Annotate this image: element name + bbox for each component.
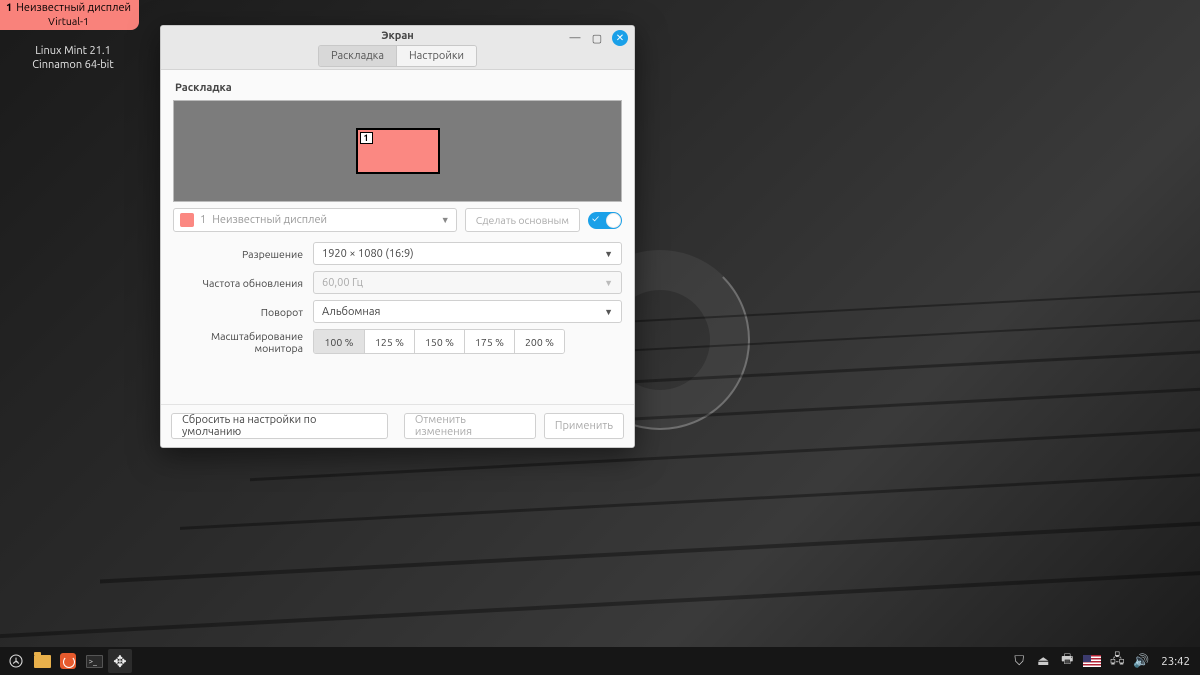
maximize-button[interactable]: ▢ [590,31,604,45]
resolution-select[interactable]: 1920 × 1080 (16:9) ▼ [313,242,622,265]
taskbar-timeshift[interactable] [56,649,80,673]
scale-button-group: 100 % 125 % 150 % 175 % 200 % [313,329,565,354]
monitor-layout-preview[interactable]: 1 [173,100,622,202]
keyboard-layout-flag-icon[interactable] [1083,655,1101,667]
chevron-down-icon: ▼ [604,278,613,288]
tray-updates-icon[interactable]: ⛉ [1011,653,1027,669]
scale-200[interactable]: 200 % [514,330,564,353]
taskbar-display-settings[interactable]: ✥ [108,649,132,673]
tray-volume-icon[interactable]: 🔊 [1133,653,1149,669]
folder-icon [34,655,51,668]
tab-switcher: Раскладка Настройки [318,45,477,67]
refresh-select[interactable]: 60,00 Гц ▼ [313,271,622,294]
rotation-label: Поворот [173,306,313,318]
display-selector[interactable]: 1 Неизвестный дисплей ▼ [173,208,457,232]
tray-printer-icon[interactable]: 🖶 [1059,653,1075,669]
tab-layout[interactable]: Раскладка [319,46,396,66]
display-selector-number: 1 [200,214,206,226]
window-footer: Сбросить на настройки по умолчанию Отмен… [161,404,634,447]
resolution-label: Разрешение [173,248,313,260]
tray-network-icon[interactable]: 🖧 [1109,653,1125,669]
display-arrange-icon: ✥ [113,652,126,671]
apply-button[interactable]: Применить [544,413,624,439]
check-icon: ✓ [592,213,599,224]
reset-defaults-button[interactable]: Сбросить на настройки по умолчанию [171,413,388,439]
section-heading-layout: Раскладка [175,82,622,94]
rotation-select[interactable]: Альбомная ▼ [313,300,622,323]
scale-175[interactable]: 175 % [464,330,514,353]
tray-removable-icon[interactable]: ⏏ [1035,653,1051,669]
scale-150[interactable]: 150 % [414,330,464,353]
display-settings-window: Экран Раскладка Настройки — ▢ ✕ Раскладк… [160,25,635,448]
taskbar: >_ ✥ ⛉ ⏏ 🖶 🖧 🔊 23:42 [0,647,1200,675]
display-selector-name: Неизвестный дисплей [212,214,327,226]
cancel-changes-button[interactable]: Отменить изменения [404,413,536,439]
make-primary-button[interactable]: Сделать основным [465,208,580,232]
scale-label: Масштабирование монитора [173,330,313,354]
taskbar-terminal[interactable]: >_ [82,649,106,673]
chevron-down-icon: ▼ [604,249,613,259]
tab-settings[interactable]: Настройки [396,46,476,66]
scale-125[interactable]: 125 % [364,330,414,353]
terminal-icon: >_ [86,655,103,668]
distro-label: Linux Mint 21.1 Cinnamon 64-bit [18,44,128,73]
preview-monitor-1[interactable]: 1 [356,128,440,174]
refresh-label: Частота обновления [173,277,313,289]
display-color-swatch [180,213,194,227]
minimize-button[interactable]: — [568,31,582,45]
taskbar-clock[interactable]: 23:42 [1161,655,1190,668]
display-enabled-toggle[interactable]: ✓ [588,212,622,229]
window-title: Экран [381,30,414,42]
chevron-down-icon: ▼ [604,307,613,317]
titlebar[interactable]: Экран Раскладка Настройки — ▢ ✕ [161,26,634,70]
display-badge-title: Неизвестный дисплей [16,2,131,14]
chevron-down-icon: ▼ [441,215,450,225]
start-menu-button[interactable] [4,649,28,673]
display-identify-badge: 1 Неизвестный дисплей Virtual-1 [0,0,139,30]
taskbar-files[interactable] [30,649,54,673]
display-badge-number: 1 [6,2,12,14]
preview-monitor-number: 1 [360,132,373,144]
scale-100[interactable]: 100 % [314,330,364,353]
timeshift-icon [60,653,76,669]
close-button[interactable]: ✕ [612,30,628,46]
display-badge-subtitle: Virtual-1 [6,15,131,28]
